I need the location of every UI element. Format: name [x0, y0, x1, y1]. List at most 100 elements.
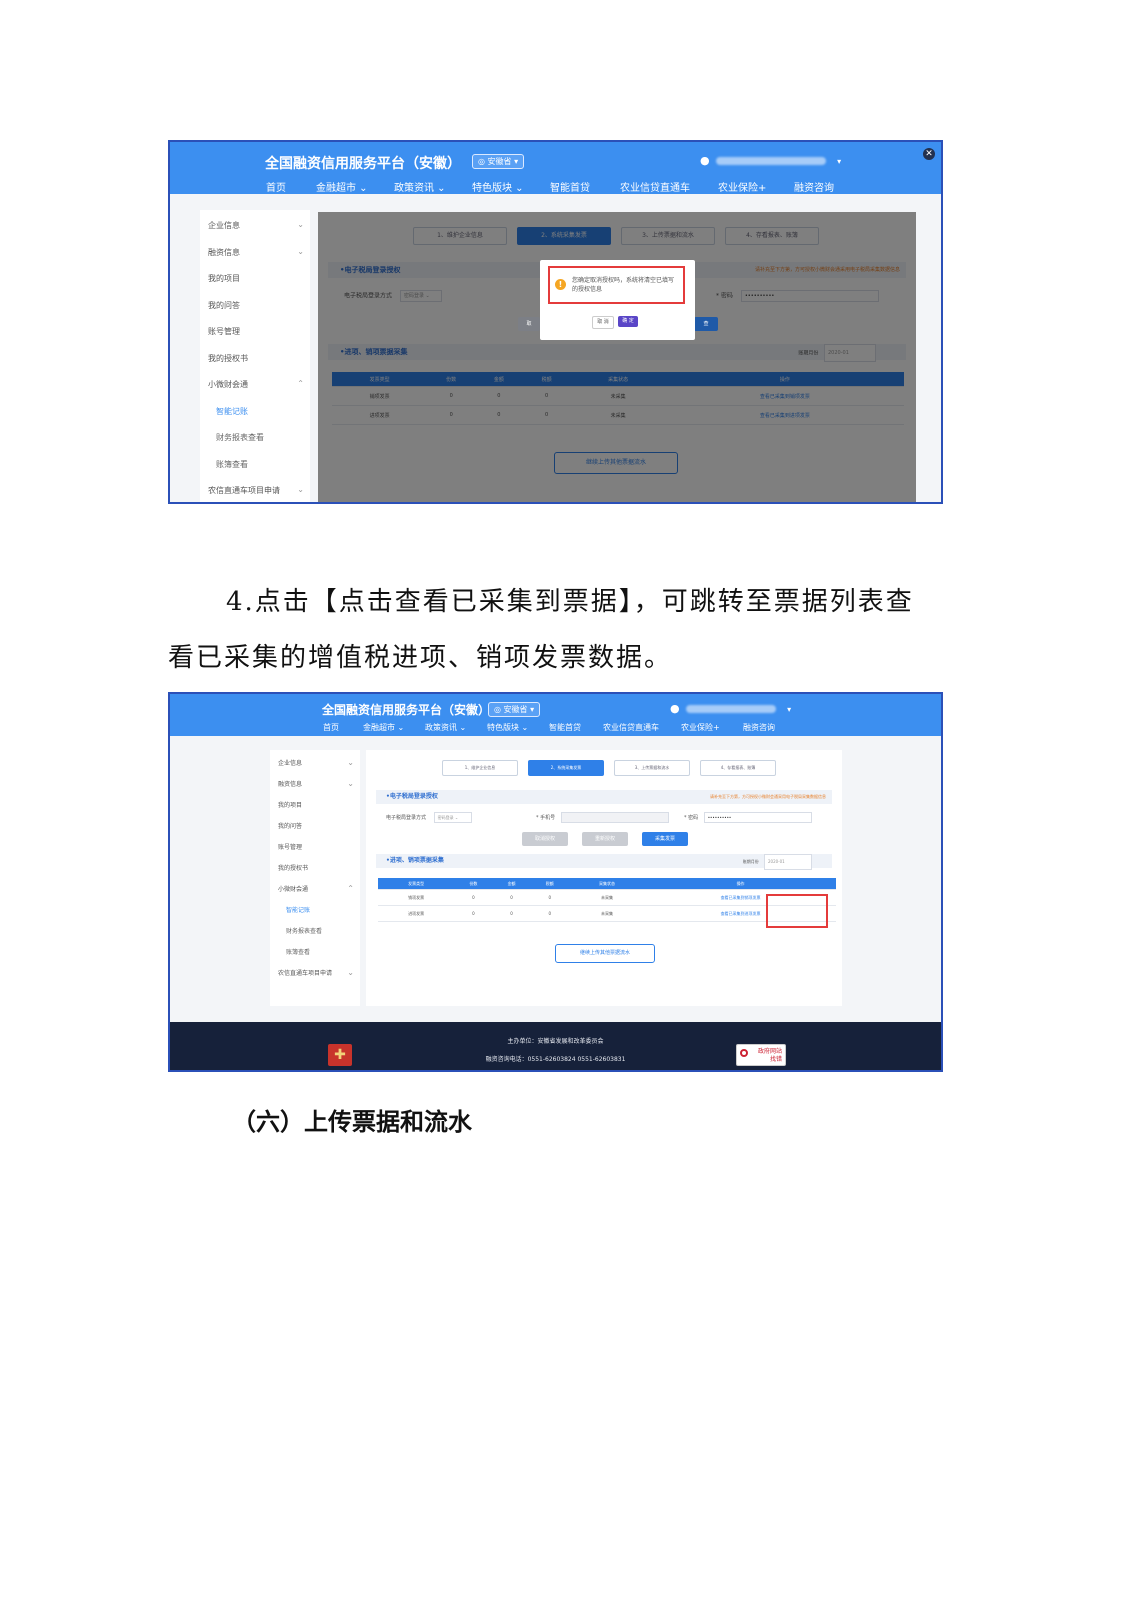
sidebar-item[interactable]: 我的授权书	[270, 863, 360, 872]
column-header: 份数	[454, 878, 493, 890]
sidebar-item-label: 智能记账	[286, 907, 311, 914]
cancel-auth-button[interactable]: 取消授权	[522, 832, 568, 846]
magnifier-icon	[740, 1049, 748, 1057]
step-tab[interactable]: 2、系统采集发票	[528, 760, 604, 776]
sidebar-item[interactable]: 企业信息 ⌄	[200, 220, 310, 231]
re-auth-button[interactable]: 重新授权	[582, 832, 628, 846]
sidebar-item[interactable]: 账号管理	[200, 326, 310, 337]
chevron-icon: ⌄	[347, 758, 354, 767]
sidebar-item[interactable]: 我的授权书	[200, 353, 310, 364]
sidebar-item[interactable]: 账簿查看	[270, 947, 360, 956]
nav-item[interactable]: 金融超市 ⌄	[316, 179, 394, 194]
nav-item[interactable]: 智能首贷	[550, 179, 620, 194]
collect-invoice-button[interactable]: 采集发票	[642, 832, 688, 846]
platform-title[interactable]: 全国融资信用服务平台（安徽）	[265, 153, 461, 173]
nav-item[interactable]: 农业保险+	[718, 179, 794, 194]
nav-item[interactable]: 特色版块 ⌄	[472, 179, 550, 194]
sidebar-item-label: 我的授权书	[208, 353, 248, 363]
sidebar-item-label: 我的问答	[208, 300, 240, 310]
user-caret: ▾	[837, 157, 842, 166]
column-header: 税额	[530, 878, 569, 890]
sidebar-item-label: 我的项目	[208, 274, 240, 283]
covered-button-right: 查	[694, 317, 718, 331]
nav-item[interactable]: 首页	[266, 179, 316, 194]
section-login-auth: •电子税局登录授权 请补充至下方第，方可授权小微财会通采用电子税局采集数据信息	[376, 790, 832, 804]
period-field[interactable]: 2020-01	[764, 854, 812, 870]
sidebar-item[interactable]: 我的问答	[270, 821, 360, 830]
login-method-select[interactable]: 密码登录 ⌄	[433, 812, 472, 823]
sidebar-item[interactable]: 智能记账	[200, 406, 310, 417]
step-tab[interactable]: 3、上传票据和流水	[614, 760, 690, 776]
sidebar-item[interactable]: 融资信息 ⌄	[270, 779, 360, 788]
sidebar-item[interactable]: 融资信息 ⌄	[200, 247, 310, 258]
nav-item[interactable]: 政策资讯 ⌄	[394, 179, 472, 194]
sidebar-item[interactable]: 账号管理	[270, 842, 360, 851]
column-header: 采集状态	[568, 878, 646, 890]
instruction-line-2: 看已采集的增值税进项、销项发票数据。	[168, 643, 673, 673]
dialog-cancel-button[interactable]: 取 消	[592, 316, 614, 329]
auth-button-row: 取消授权 重新授权 采集发票	[522, 832, 688, 846]
nav-item[interactable]: 首页	[323, 722, 363, 733]
sidebar-item[interactable]: 我的项目	[270, 800, 360, 809]
table-cell: 0	[530, 905, 569, 922]
nav-item[interactable]: 农业信贷直通车	[620, 179, 718, 194]
nav-item[interactable]: 农业保险+	[681, 722, 743, 733]
region-selector[interactable]: ◎ 安徽省 ▾	[488, 702, 541, 717]
phone-field[interactable]	[560, 812, 669, 823]
platform-title[interactable]: 全国融资信用服务平台（安徽）	[322, 701, 490, 718]
column-header: 发票类型	[378, 878, 455, 890]
instruction-line-1: 4.点击【点击查看已采集到票据】，可跳转至票据列表查	[226, 587, 914, 617]
footer-sponsor: 主办单位：安徽省发展和改革委员会	[507, 1038, 604, 1045]
user-name-blurred	[685, 705, 776, 713]
main-content: 1、维护企业信息 2、系统采集发票 3、上传票据和流水 4、存看报表、账簿 •电子税局…	[366, 750, 842, 1006]
gov-site-findfault-logo[interactable]: 政府网站 找错	[736, 1044, 786, 1066]
sidebar-item[interactable]: 小微财会通 ⌃	[270, 884, 360, 893]
nav-item[interactable]: 特色版块 ⌄	[487, 722, 549, 733]
sidebar-item[interactable]: 农信直通车项目申请 ⌄	[270, 968, 360, 977]
dialog-confirm-button[interactable]: 确 定	[618, 316, 638, 327]
table-cell: 未采集	[568, 889, 646, 906]
seal-logo-icon[interactable]: ✚	[328, 1044, 352, 1066]
step-tab[interactable]: 1、维护企业信息	[442, 760, 518, 776]
user-menu[interactable]: ● ▾	[700, 154, 841, 167]
sidebar-item[interactable]: 小微财会通 ⌃	[200, 379, 310, 390]
sidebar-item[interactable]: 智能记账	[270, 905, 360, 914]
highlight-box	[766, 894, 828, 928]
sidebar-item[interactable]: 农信直通车项目申请 ⌄	[200, 485, 310, 496]
sidebar-item-label: 账号管理	[278, 844, 303, 851]
nav-item[interactable]: 农业信贷直通车	[603, 722, 681, 733]
nav-item[interactable]: 政策资讯 ⌄	[425, 722, 487, 733]
login-method-row: 电子税局登录方式 密码登录 ⌄	[386, 812, 472, 823]
sidebar-item[interactable]: 账簿查看	[200, 459, 310, 470]
sidebar-item-label: 智能记账	[216, 406, 248, 416]
sidebar-item-label: 农信直通车项目申请	[208, 486, 280, 495]
column-header: 金额	[492, 878, 531, 890]
password-field[interactable]: ••••••••••	[703, 812, 812, 823]
sidebar-item[interactable]: 财务报表查看	[200, 432, 310, 443]
covered-button-left: 取	[518, 317, 540, 331]
nav-item[interactable]: 融资咨询	[743, 722, 799, 733]
step-tab[interactable]: 4、存看报表、账簿	[700, 760, 776, 776]
sidebar-item[interactable]: 企业信息 ⌄	[270, 758, 360, 767]
sidebar-item-label: 我的项目	[278, 802, 303, 809]
table-cell: 未采集	[568, 905, 646, 922]
sidebar-item[interactable]: 财务报表查看	[270, 926, 360, 935]
user-caret: ▾	[787, 705, 792, 714]
chevron-icon: ⌄	[297, 246, 304, 256]
close-icon[interactable]: ✕	[923, 148, 935, 160]
table-cell: 销项发票	[378, 889, 455, 906]
nav-item[interactable]: 融资咨询	[794, 179, 864, 194]
continue-upload-button[interactable]: 继续上传其他票据流水	[555, 944, 655, 963]
sidebar-item[interactable]: 我的项目	[200, 273, 310, 284]
region-selector[interactable]: ◎ 安徽省 ▾	[472, 154, 525, 169]
sidebar-item-label: 财务报表查看	[286, 928, 323, 935]
chevron-icon: ⌄	[297, 485, 304, 494]
sidebar-item-label: 融资信息	[278, 781, 303, 788]
nav-item[interactable]: 金融超市 ⌄	[363, 722, 425, 733]
nav-item[interactable]: 智能首贷	[549, 722, 603, 733]
sidebar-item-label: 企业信息	[208, 221, 240, 230]
user-icon: ●	[670, 702, 680, 715]
sidebar-item[interactable]: 我的问答	[200, 300, 310, 311]
user-menu[interactable]: ● ▾	[670, 702, 791, 715]
site-footer: 主办单位：安徽省发展和改革委员会 融资咨询电话：0551-62603824 05…	[170, 1022, 941, 1070]
